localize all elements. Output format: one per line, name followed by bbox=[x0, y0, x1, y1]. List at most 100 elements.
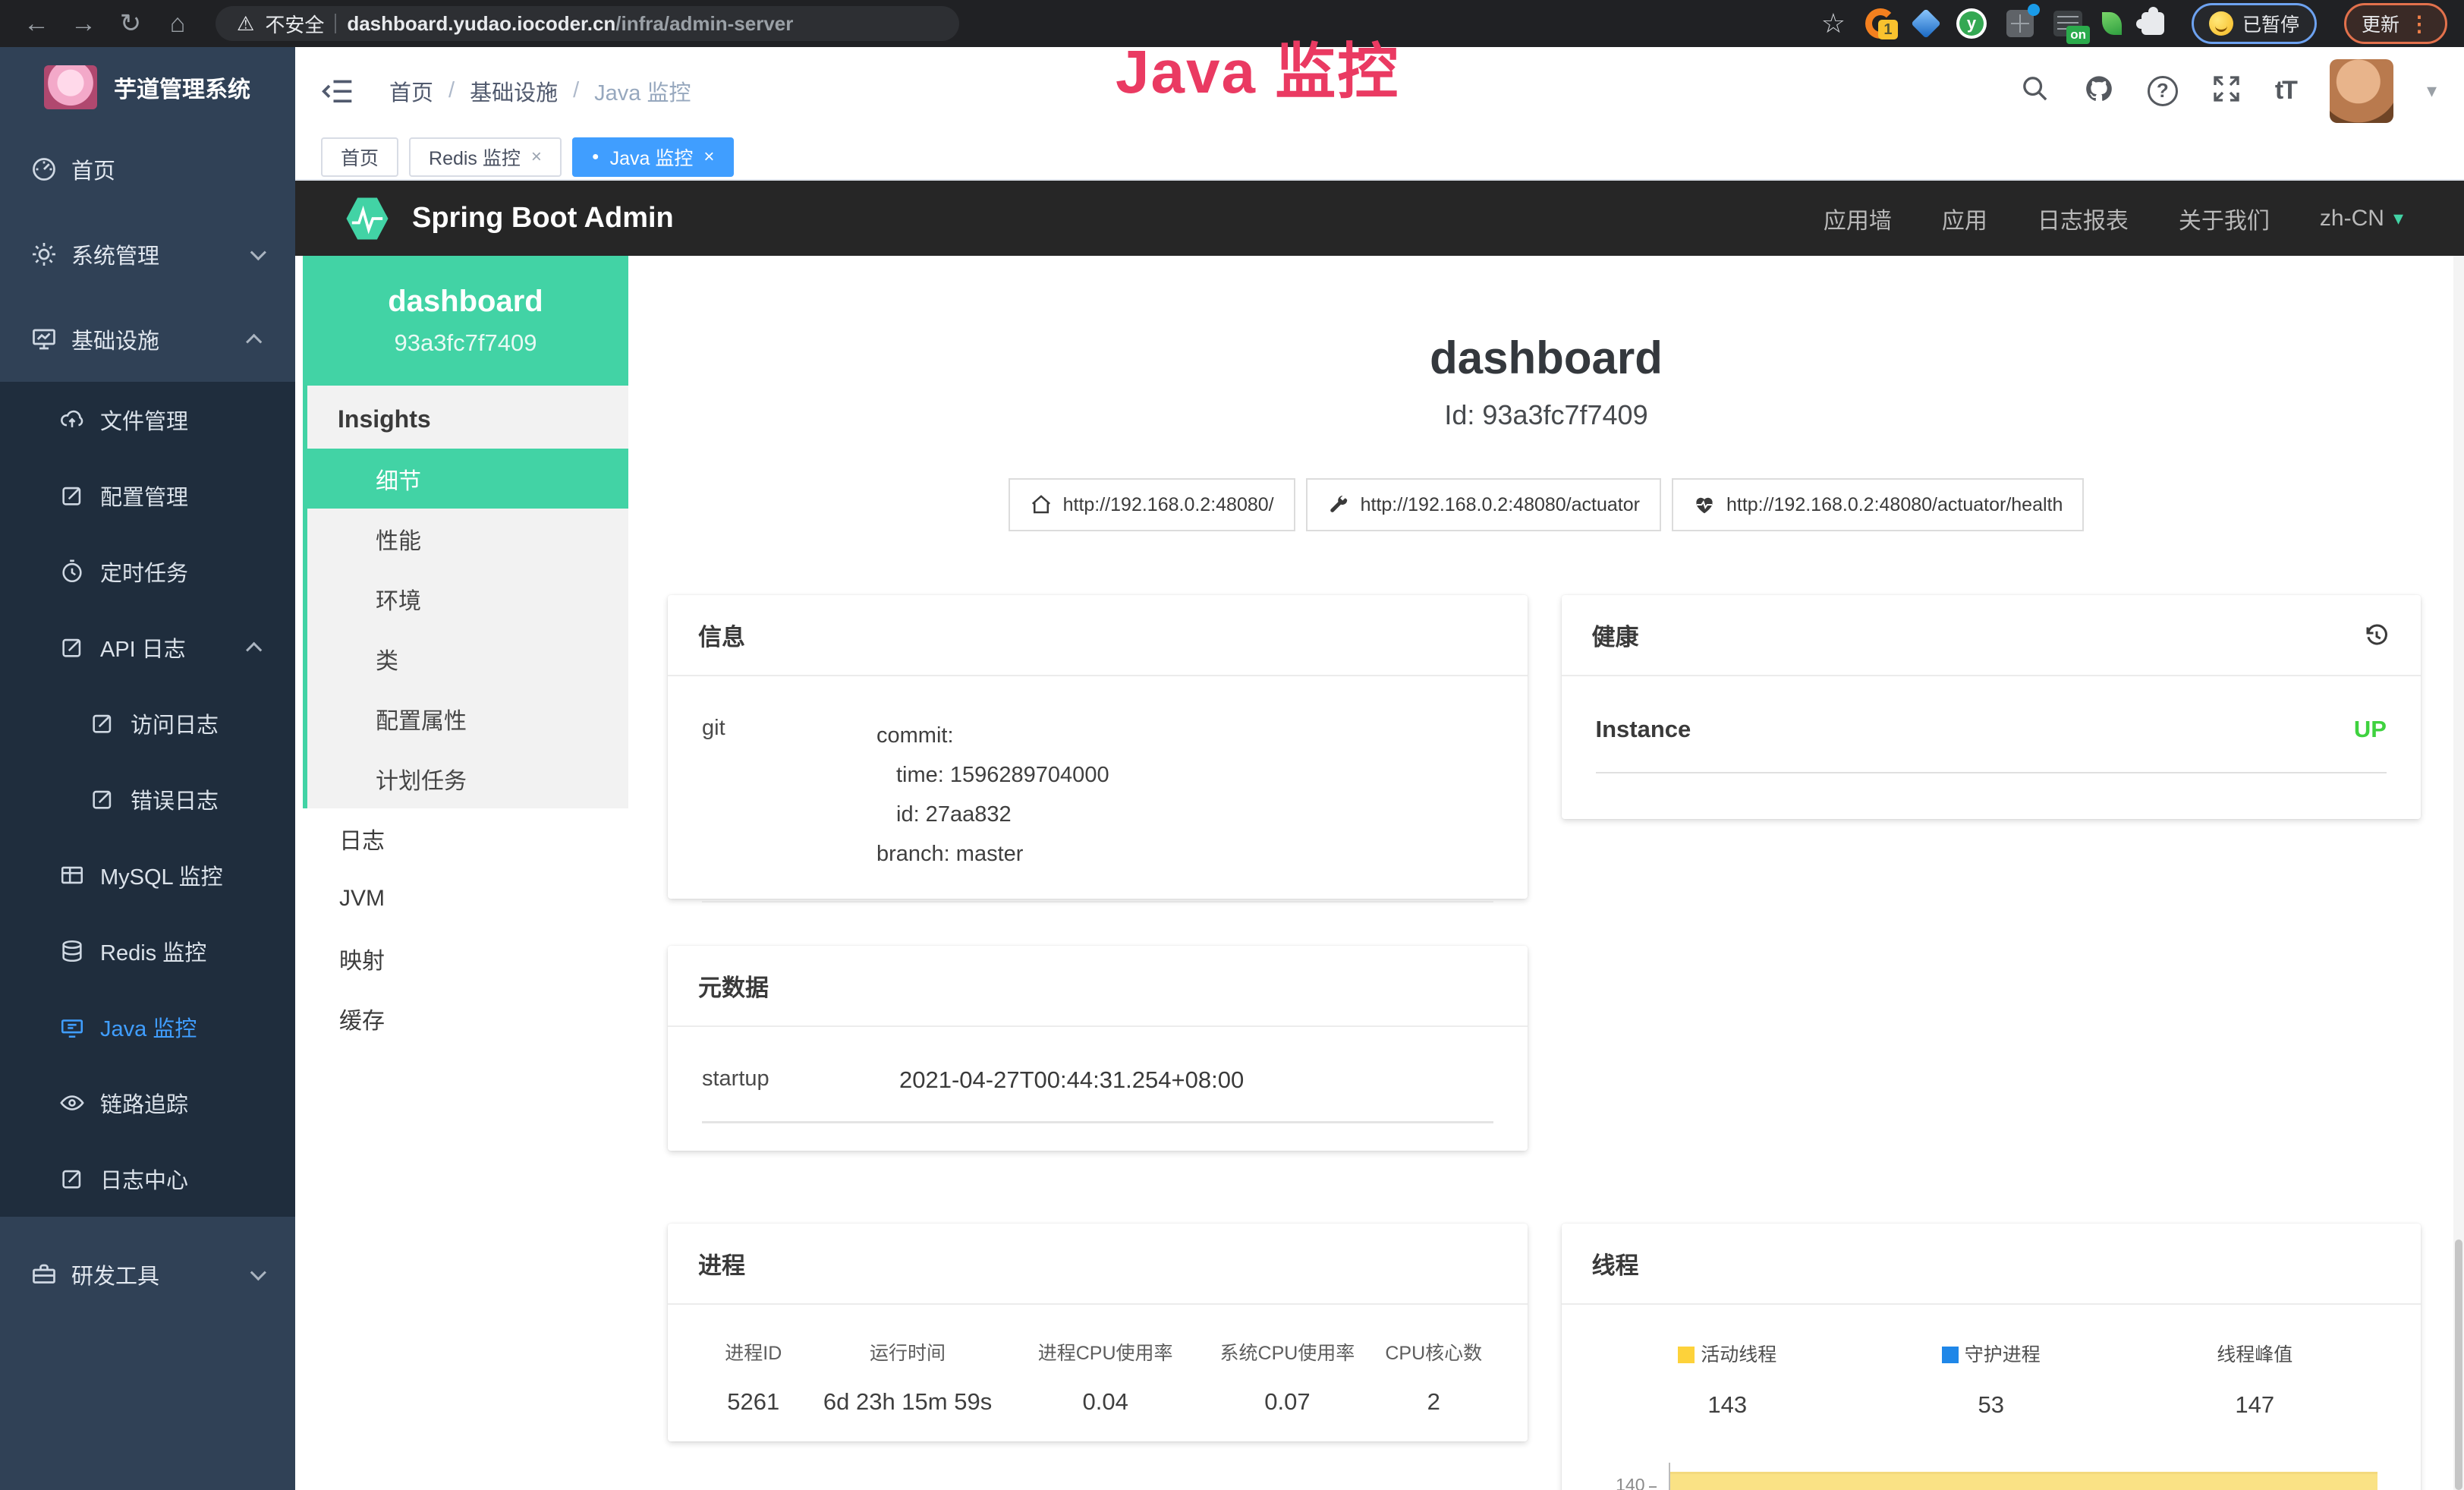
legend-peak-threads: 线程峰值 bbox=[2123, 1340, 2387, 1367]
sba-menu-environment[interactable]: 环境 bbox=[303, 569, 628, 628]
tab-redis-monitor[interactable]: Redis 监控 × bbox=[409, 137, 562, 177]
back-icon[interactable]: ← bbox=[17, 9, 56, 39]
extension-y-icon[interactable]: y bbox=[1956, 8, 1987, 39]
home-icon[interactable]: ⌂ bbox=[158, 9, 197, 39]
health-key: Instance bbox=[1596, 716, 1691, 743]
info-value: commit: time: 1596289704000 id: 27aa832 … bbox=[876, 716, 1109, 874]
extension-c-icon[interactable]: 1 bbox=[1865, 8, 1896, 39]
sba-menu-metrics[interactable]: 性能 bbox=[303, 509, 628, 569]
extension-gem-icon[interactable] bbox=[1911, 8, 1941, 39]
legend-daemon-threads[interactable]: 守护进程 bbox=[1859, 1340, 2123, 1367]
process-value: 6d 23h 15m 59s bbox=[805, 1388, 1011, 1416]
avatar-caret-icon[interactable]: ▾ bbox=[2427, 79, 2437, 102]
sba-nav-journal[interactable]: 日志报表 bbox=[2038, 202, 2129, 235]
fullscreen-icon[interactable] bbox=[2211, 74, 2242, 108]
legend-swatch-yellow bbox=[1678, 1347, 1695, 1363]
metadata-card-title: 元数据 bbox=[668, 946, 1528, 1027]
history-icon[interactable] bbox=[2363, 622, 2390, 649]
service-url-link[interactable]: http://192.168.0.2:48080/ bbox=[1009, 478, 1295, 531]
sidebar-item-log-center[interactable]: 日志中心 bbox=[0, 1141, 295, 1217]
plant-icon[interactable] bbox=[2102, 12, 2122, 35]
reload-icon[interactable]: ↻ bbox=[111, 8, 150, 39]
sba-header: Spring Boot Admin 应用墙 应用 日志报表 关于我们 zh-CN… bbox=[295, 181, 2464, 256]
bookmark-star-icon[interactable]: ☆ bbox=[1821, 8, 1846, 39]
sba-menu-logs[interactable]: 日志 bbox=[303, 808, 628, 868]
sidebar-item-home[interactable]: 首页 bbox=[0, 127, 295, 212]
collapse-sidebar-icon[interactable] bbox=[321, 77, 354, 105]
sidebar-item-files[interactable]: 文件管理 bbox=[0, 382, 295, 458]
edit-icon bbox=[90, 710, 115, 736]
tab-java-monitor[interactable]: ● Java 监控 × bbox=[572, 137, 734, 177]
breadcrumb-infra[interactable]: 基础设施 bbox=[470, 75, 558, 107]
sba-menu-mappings[interactable]: 映射 bbox=[303, 928, 628, 988]
sba-locale-select[interactable]: zh-CN ▾ bbox=[2320, 206, 2403, 232]
sidebar-item-infra[interactable]: 基础设施 bbox=[0, 297, 295, 382]
sba-menu-config-props[interactable]: 配置属性 bbox=[303, 688, 628, 748]
forward-icon[interactable]: → bbox=[64, 9, 103, 39]
live-threads-area bbox=[1670, 1472, 2378, 1490]
update-button[interactable]: 更新 ⋮ bbox=[2344, 3, 2447, 44]
breadcrumb: 首页 / 基础设施 / Java 监控 bbox=[389, 75, 691, 107]
instance-name: dashboard bbox=[388, 285, 543, 319]
info-card: 信息 git commit: time: 1596289704000 id: 2… bbox=[668, 595, 1528, 899]
instance-links: http://192.168.0.2:48080/ http://192.168… bbox=[628, 478, 2464, 531]
extension-list-icon[interactable]: on bbox=[2053, 11, 2082, 36]
sidebar-item-tracing[interactable]: 链路追踪 bbox=[0, 1065, 295, 1141]
sidebar-item-config[interactable]: 配置管理 bbox=[0, 458, 295, 534]
sidebar-item-devtools[interactable]: 研发工具 bbox=[0, 1232, 295, 1317]
sba-menu-details[interactable]: 细节 bbox=[303, 449, 628, 509]
sba-menu-classes[interactable]: 类 bbox=[303, 628, 628, 688]
actuator-url-link[interactable]: http://192.168.0.2:48080/actuator bbox=[1306, 478, 1661, 531]
sba-menu-scheduled-tasks[interactable]: 计划任务 bbox=[303, 748, 628, 808]
avatar[interactable] bbox=[2330, 59, 2393, 123]
process-card: 进程 进程ID5261 运行时间6d 23h 15m 59s 进程CPU使用率0… bbox=[668, 1224, 1528, 1441]
sidebar-item-jobs[interactable]: 定时任务 bbox=[0, 534, 295, 610]
close-icon[interactable]: × bbox=[531, 146, 542, 168]
sba-nav-applications[interactable]: 应用 bbox=[1942, 202, 1987, 235]
instance-header[interactable]: dashboard 93a3fc7f7409 bbox=[303, 256, 628, 386]
sidebar-item-error-log[interactable]: 错误日志 bbox=[0, 761, 295, 837]
sidebar-item-java-monitor[interactable]: Java 监控 bbox=[0, 989, 295, 1065]
search-icon[interactable] bbox=[2020, 74, 2050, 108]
sidebar-item-api-log[interactable]: API 日志 bbox=[0, 610, 295, 685]
sba-menu-caches[interactable]: 缓存 bbox=[303, 988, 628, 1048]
tab-label: Redis 监控 bbox=[429, 143, 521, 171]
cloud-upload-icon bbox=[59, 407, 85, 433]
breadcrumb-home[interactable]: 首页 bbox=[389, 75, 433, 107]
address-bar[interactable]: ⚠ 不安全 dashboard.yudao.iocoder.cn/infra/a… bbox=[216, 6, 959, 41]
scrollbar[interactable] bbox=[2453, 256, 2464, 1490]
paused-pill[interactable]: 已暂停 bbox=[2192, 3, 2317, 44]
history-icon bbox=[59, 559, 85, 584]
tab-home[interactable]: 首页 bbox=[321, 137, 398, 177]
sidebar-item-system[interactable]: 系统管理 bbox=[0, 212, 295, 297]
font-size-icon[interactable]: tT bbox=[2275, 76, 2296, 106]
sidebar-item-label: 链路追踪 bbox=[100, 1087, 188, 1119]
security-label[interactable]: 不安全 bbox=[265, 10, 324, 38]
github-icon[interactable] bbox=[2084, 74, 2114, 108]
sba-sidebar: dashboard 93a3fc7f7409 Insights 细节 性能 环境… bbox=[303, 256, 628, 1490]
overflow-menu-icon[interactable]: ⋮ bbox=[2409, 11, 2430, 36]
process-col-header: 运行时间 bbox=[805, 1338, 1011, 1366]
extension-grid-icon[interactable] bbox=[2006, 10, 2034, 37]
url-text[interactable]: dashboard.yudao.iocoder.cn/infra/admin-s… bbox=[347, 12, 793, 36]
close-icon[interactable]: × bbox=[703, 146, 714, 168]
sidebar-item-access-log[interactable]: 访问日志 bbox=[0, 685, 295, 761]
sidebar-item-label: Redis 监控 bbox=[100, 935, 206, 967]
sidebar-item-mysql[interactable]: MySQL 监控 bbox=[0, 837, 295, 913]
warning-icon: ⚠ bbox=[237, 12, 254, 36]
table-icon bbox=[59, 862, 85, 888]
on-badge: on bbox=[2066, 26, 2090, 44]
sidebar-item-redis[interactable]: Redis 监控 bbox=[0, 913, 295, 989]
help-icon[interactable]: ? bbox=[2148, 76, 2178, 106]
app-logo-row[interactable]: 芋道管理系统 bbox=[0, 47, 295, 127]
health-url-link[interactable]: http://192.168.0.2:48080/actuator/health bbox=[1672, 478, 2084, 531]
chevron-down-icon bbox=[250, 1265, 266, 1281]
scrollbar-thumb[interactable] bbox=[2455, 1240, 2462, 1490]
legend-live-threads[interactable]: 活动线程 bbox=[1596, 1340, 1860, 1367]
puzzle-extensions-icon[interactable] bbox=[2141, 12, 2164, 35]
sba-menu-jvm[interactable]: JVM bbox=[303, 868, 628, 928]
sba-nav-about[interactable]: 关于我们 bbox=[2179, 202, 2270, 235]
edit-icon bbox=[59, 483, 85, 509]
sba-nav-wallboard[interactable]: 应用墙 bbox=[1824, 202, 1892, 235]
sba-brand[interactable]: Spring Boot Admin bbox=[412, 202, 674, 235]
